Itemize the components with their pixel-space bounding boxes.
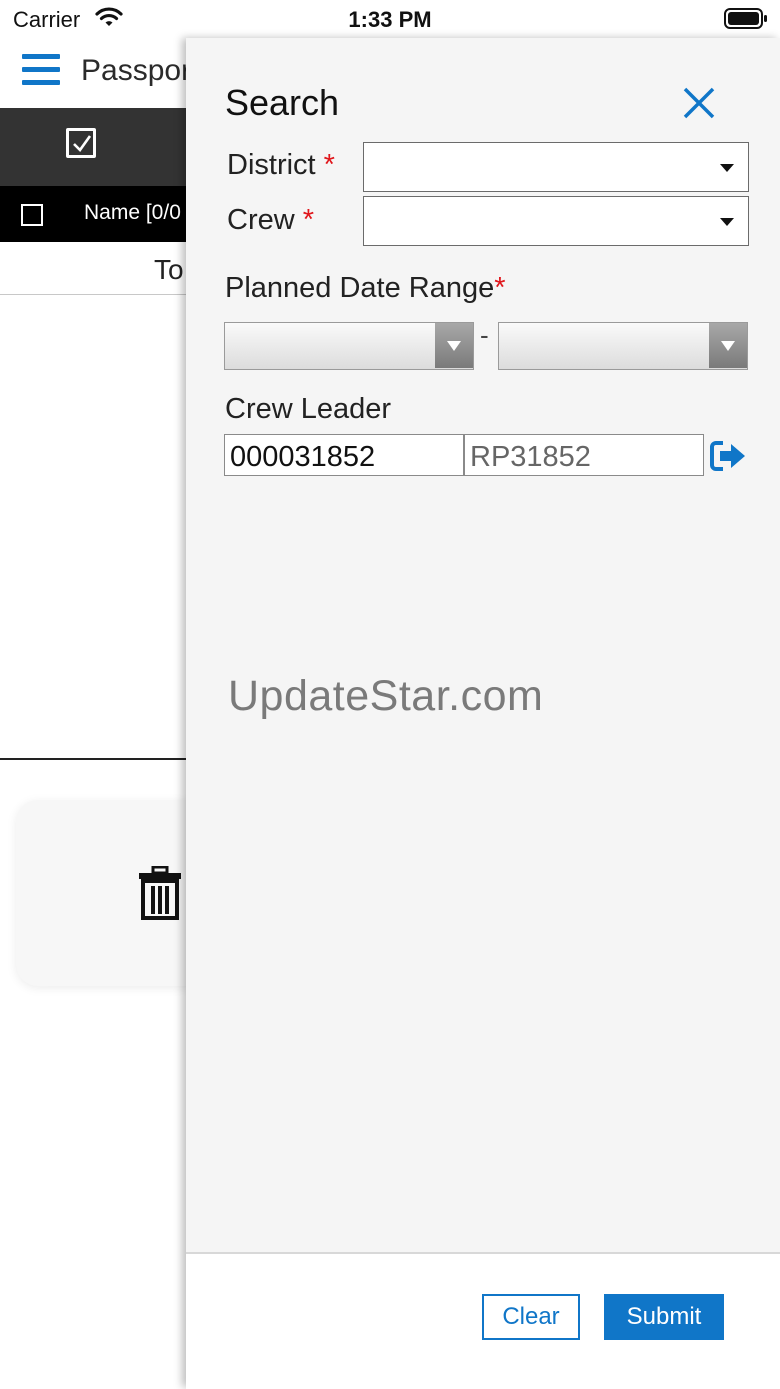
crew-leader-code-field[interactable]: RP31852 <box>464 434 704 476</box>
crew-select[interactable] <box>363 196 749 246</box>
required-mark: * <box>302 204 315 236</box>
app-title: Passpor <box>81 54 192 87</box>
search-panel: Search District * Crew * Planned Date Ra… <box>186 38 780 1389</box>
crew-leader-label: Crew Leader <box>225 393 392 425</box>
chevron-down-icon <box>709 323 747 368</box>
status-bar: Carrier 1:33 PM <box>0 0 780 40</box>
district-label: District * <box>227 149 335 181</box>
close-icon[interactable] <box>682 86 716 120</box>
end-date-select[interactable] <box>498 322 748 370</box>
clear-button[interactable]: Clear <box>482 1294 580 1340</box>
submit-button[interactable]: Submit <box>604 1294 724 1340</box>
row-checkbox[interactable] <box>21 204 43 226</box>
date-range-label: Planned Date Range* <box>225 272 506 304</box>
panel-footer: Clear Submit <box>186 1252 780 1389</box>
panel-title: Search <box>225 82 340 123</box>
status-time: 1:33 PM <box>348 7 432 32</box>
crew-leader-id-field[interactable]: 000031852 <box>224 434 464 476</box>
date-separator: - <box>480 320 489 350</box>
chevron-down-icon <box>720 164 734 172</box>
trash-icon[interactable] <box>138 865 182 925</box>
select-all-checkbox-icon[interactable] <box>66 128 96 158</box>
subheader-label: To <box>154 254 184 285</box>
goto-icon[interactable] <box>710 440 748 472</box>
name-column-header[interactable]: Name [0/0 <box>84 201 181 225</box>
hamburger-icon[interactable] <box>22 54 60 92</box>
chevron-down-icon <box>435 323 473 368</box>
required-mark: * <box>494 272 506 304</box>
crew-label: Crew * <box>227 204 315 236</box>
required-mark: * <box>323 149 335 181</box>
watermark: UpdateStar.com <box>228 672 544 720</box>
district-select[interactable] <box>363 142 749 192</box>
start-date-select[interactable] <box>224 322 474 370</box>
chevron-down-icon <box>720 218 734 226</box>
battery-icon <box>724 8 768 35</box>
